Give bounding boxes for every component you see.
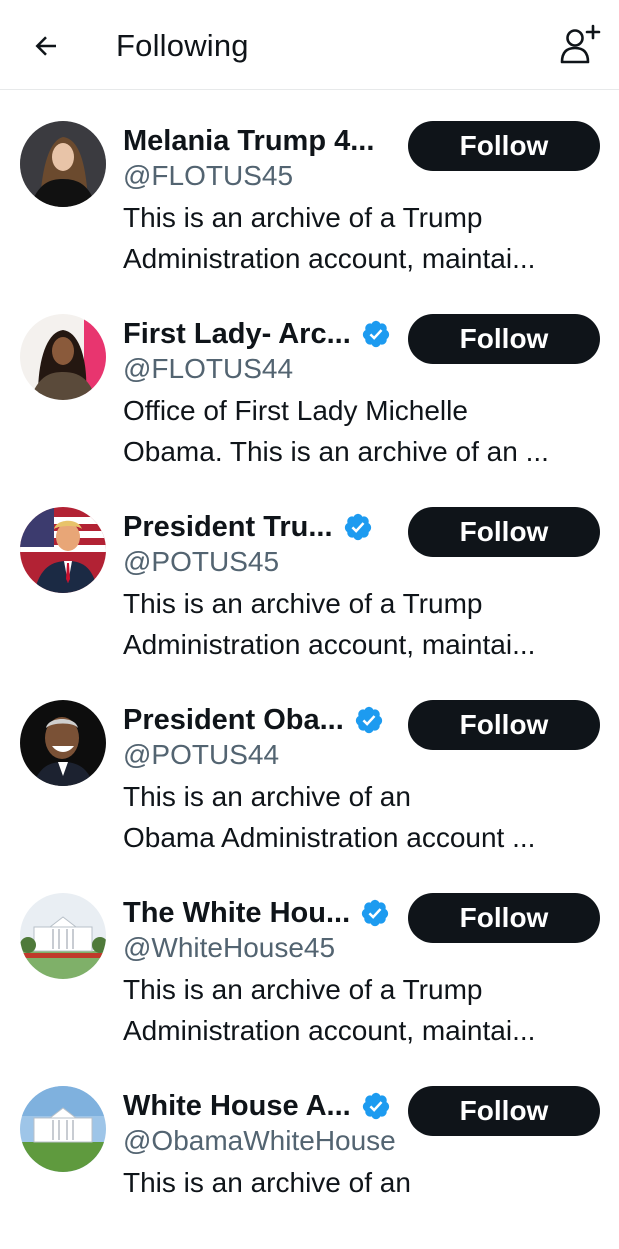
- avatar[interactable]: [20, 314, 106, 400]
- list-item[interactable]: First Lady- Arc... @FLOTUS44 Office of F…: [0, 284, 619, 477]
- account-handle: @FLOTUS45: [123, 160, 294, 191]
- account-bio: This is an archive of a Trump Administra…: [123, 583, 603, 665]
- verified-badge-icon: [362, 1092, 389, 1120]
- account-bio: This is an archive of an Obama Administr…: [123, 776, 603, 858]
- bio-line: Administration account, maintai...: [123, 243, 536, 274]
- add-user-icon: [560, 24, 601, 64]
- account-name-row: White House A...: [123, 1086, 391, 1126]
- account-name: Melania Trump 4...: [123, 125, 375, 157]
- account-bio: Office of First Lady Michelle Obama. Thi…: [123, 390, 603, 472]
- bio-line: This is an archive of an: [123, 1167, 411, 1198]
- follow-button[interactable]: Follow: [408, 893, 600, 943]
- list-item[interactable]: White House A... @ObamaWhiteHouse This i…: [0, 1056, 619, 1249]
- follow-button[interactable]: Follow: [408, 314, 600, 364]
- avatar[interactable]: [20, 700, 106, 786]
- account-handle: @FLOTUS44: [123, 353, 294, 384]
- account-handle: @POTUS44: [123, 739, 280, 770]
- top-bar: Following: [0, 0, 619, 90]
- account-name-row: Melania Trump 4...: [123, 121, 374, 161]
- account-name: President Tru...: [123, 511, 333, 543]
- account-name: President Oba...: [123, 704, 344, 736]
- bio-line: Administration account, maintai...: [123, 629, 536, 660]
- avatar[interactable]: [20, 121, 106, 207]
- avatar[interactable]: [20, 507, 106, 593]
- verified-badge-icon: [362, 320, 389, 348]
- bio-line: This is an archive of a Trump: [123, 202, 483, 233]
- bio-line: Administration account, maintai...: [123, 1015, 536, 1046]
- verified-badge-icon: [362, 899, 389, 927]
- account-name: First Lady- Arc...: [123, 318, 351, 350]
- list-item[interactable]: The White Hou... @WhiteHouse45 This is a…: [0, 863, 619, 1056]
- account-handle: @WhiteHouse45: [123, 932, 336, 963]
- list-item[interactable]: President Oba... @POTUS44 This is an arc…: [0, 670, 619, 863]
- account-bio: This is an archive of a Trump Administra…: [123, 969, 603, 1051]
- back-button[interactable]: [22, 22, 70, 70]
- account-handle: @POTUS45: [123, 546, 280, 577]
- following-list: Melania Trump 4... @FLOTUS45 This is an …: [0, 91, 619, 1249]
- list-item[interactable]: Melania Trump 4... @FLOTUS45 This is an …: [0, 91, 619, 284]
- bio-line: This is an archive of a Trump: [123, 588, 483, 619]
- bio-line: Obama Administration account ...: [123, 822, 536, 853]
- list-item[interactable]: President Tru... @POTUS45 This is an arc…: [0, 477, 619, 670]
- avatar[interactable]: [20, 893, 106, 979]
- account-name: White House A...: [123, 1090, 351, 1122]
- follow-button[interactable]: Follow: [408, 1086, 600, 1136]
- avatar[interactable]: [20, 1086, 106, 1172]
- follow-button[interactable]: Follow: [408, 700, 600, 750]
- account-name-row: The White Hou...: [123, 893, 390, 933]
- bio-line: Office of First Lady Michelle: [123, 395, 468, 426]
- bio-line: Obama. This is an archive of an ...: [123, 436, 549, 467]
- bio-line: This is an archive of an: [123, 781, 411, 812]
- verified-badge-icon: [355, 706, 382, 734]
- verified-badge-icon: [344, 513, 371, 541]
- account-bio: This is an archive of a Trump Administra…: [123, 197, 603, 279]
- account-name: The White Hou...: [123, 897, 351, 929]
- page-title: Following: [116, 28, 249, 63]
- arrow-left-icon: [35, 36, 56, 56]
- follow-button[interactable]: Follow: [408, 507, 600, 557]
- add-user-button[interactable]: [553, 18, 607, 72]
- account-handle: @ObamaWhiteHouse: [123, 1125, 396, 1156]
- bio-line: This is an archive of a Trump: [123, 974, 483, 1005]
- account-name-row: President Tru...: [123, 507, 373, 547]
- follow-button[interactable]: Follow: [408, 121, 600, 171]
- account-bio: This is an archive of an: [123, 1162, 603, 1203]
- account-name-row: First Lady- Arc...: [123, 314, 391, 354]
- account-name-row: President Oba...: [123, 700, 384, 740]
